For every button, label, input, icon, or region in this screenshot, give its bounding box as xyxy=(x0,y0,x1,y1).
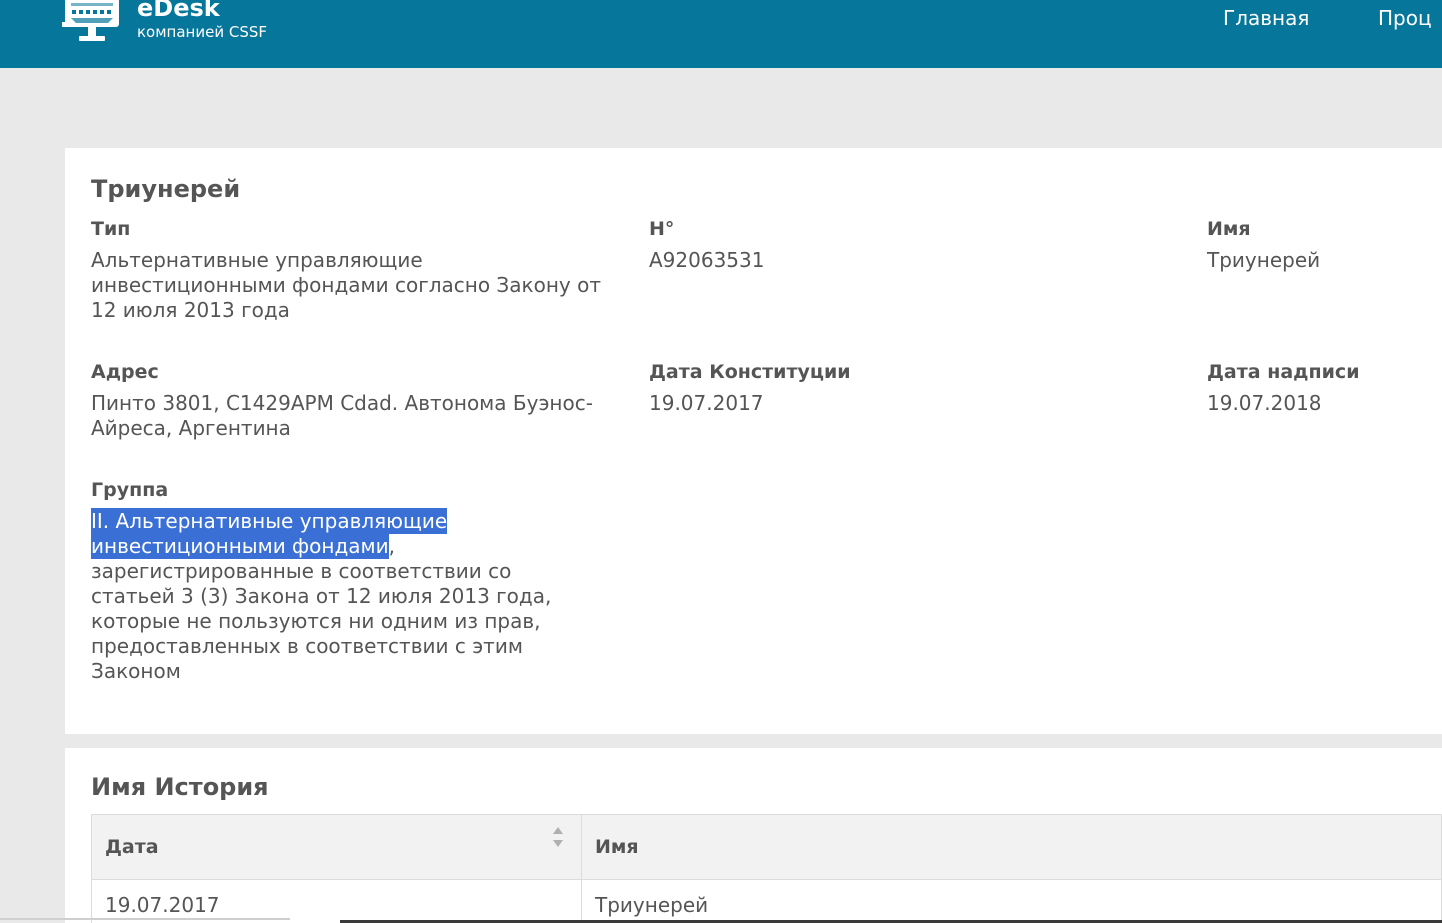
field-address: Адрес Пинто 3801, C1429APM Cdad. Автоном… xyxy=(91,360,613,441)
desk-monitor-icon[interactable] xyxy=(62,0,122,44)
field-registration-date: Дата надписи 19.07.2018 xyxy=(1207,360,1442,416)
table-header-row: Дата Имя xyxy=(91,814,1442,880)
column-header-name: Имя xyxy=(581,814,1442,880)
top-header: eDesk компанией CSSF Главная Проц xyxy=(0,0,1442,68)
column-header-date[interactable]: Дата xyxy=(91,814,582,880)
field-address-value: Пинто 3801, C1429APM Cdad. Автонома Буэн… xyxy=(91,391,593,440)
field-constitution-date-label: Дата Конституции xyxy=(649,361,851,383)
nav-link-home[interactable]: Главная xyxy=(1223,5,1309,31)
field-group-value: II. Альтернативные управляющие инвестици… xyxy=(91,508,571,684)
field-constitution-date-value: 19.07.2017 xyxy=(649,391,764,415)
field-registration-date-value: 19.07.2018 xyxy=(1207,391,1322,415)
field-number-value: A92063531 xyxy=(649,248,765,272)
name-history-card: Имя История Дата Имя 19.07.2017 Триунере… xyxy=(65,748,1442,923)
field-type: Тип Альтернативные управляющие инвестици… xyxy=(91,217,613,323)
brand-name[interactable]: eDesk xyxy=(137,0,220,22)
field-name-label: Имя xyxy=(1207,218,1251,240)
cell-name: Триунерей xyxy=(581,879,1442,923)
cell-date: 19.07.2017 xyxy=(91,879,582,923)
entity-title: Триунерей xyxy=(91,175,241,203)
column-header-name-label: Имя xyxy=(595,836,639,858)
history-table: Дата Имя 19.07.2017 Триунерей xyxy=(91,814,1442,923)
logo-graphic xyxy=(62,0,119,41)
entity-fields: Тип Альтернативные управляющие инвестици… xyxy=(91,217,1442,684)
field-registration-date-label: Дата надписи xyxy=(1207,361,1360,383)
field-group-label: Группа xyxy=(91,479,169,501)
history-title: Имя История xyxy=(91,773,269,801)
table-row: 19.07.2017 Триунерей xyxy=(91,879,1442,923)
brand-subtitle: компанией CSSF xyxy=(137,23,267,41)
field-number: Н° A92063531 xyxy=(649,217,1171,273)
field-type-value: Альтернативные управляющие инвестиционны… xyxy=(91,248,601,322)
field-name-value: Триунерей xyxy=(1207,248,1321,272)
history-table-body: 19.07.2017 Триунерей xyxy=(91,879,1442,923)
field-group: Группа II. Альтернативные управляющие ин… xyxy=(91,478,613,684)
window-bottom-edge-light xyxy=(0,918,290,920)
field-name: Имя Триунерей xyxy=(1207,217,1442,273)
sort-icon[interactable] xyxy=(552,826,564,848)
column-header-date-label: Дата xyxy=(105,836,159,858)
entity-details-card: Триунерей Тип Альтернативные управляющие… xyxy=(65,148,1442,734)
field-type-label: Тип xyxy=(91,218,131,240)
field-constitution-date: Дата Конституции 19.07.2017 xyxy=(649,360,1171,416)
history-table-head: Дата Имя xyxy=(91,814,1442,880)
field-number-label: Н° xyxy=(649,218,675,240)
field-address-label: Адрес xyxy=(91,361,159,383)
nav-link-procedures[interactable]: Проц xyxy=(1378,5,1432,31)
